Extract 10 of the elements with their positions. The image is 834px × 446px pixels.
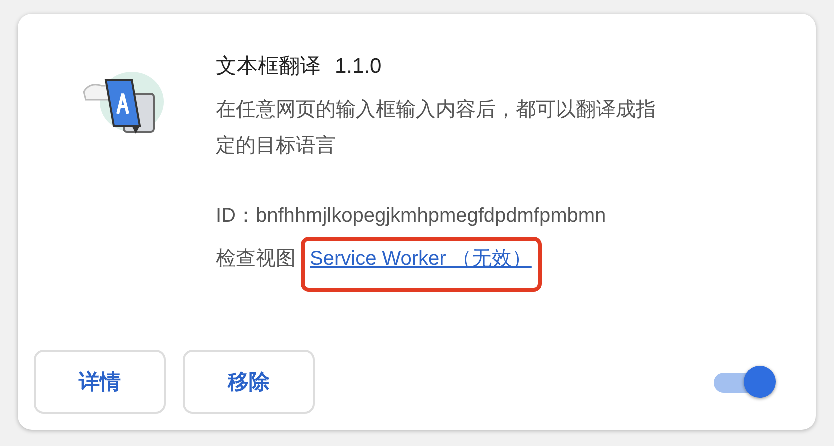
extension-name: 文本框翻译 [216,54,321,80]
id-label: ID： [216,205,256,227]
service-worker-link[interactable]: Service Worker （无效） [310,248,532,270]
extension-id: bnfhhmjlkopegjkmhpmegfdpdmfpmbmn [256,205,606,227]
extension-description: 在任意网页的输入框输入内容后，都可以翻译成指定的目标语言 [216,98,657,159]
details-button[interactable]: 详情 [34,350,166,414]
extension-version: 1.1.0 [335,55,382,79]
remove-button[interactable]: 移除 [183,350,315,414]
inspect-label: 检查视图 [216,247,296,272]
toggle-switch[interactable] [712,365,776,399]
